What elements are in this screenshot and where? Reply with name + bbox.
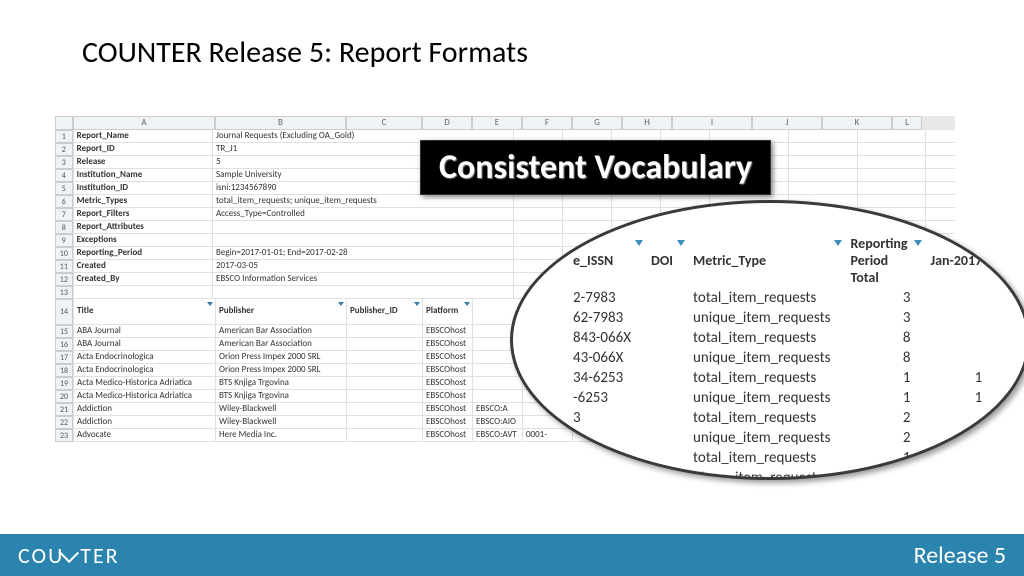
oval-row: 43-066Xunique_item_requests8 — [563, 348, 992, 368]
footer-bar: COUTER Release 5 — [0, 534, 1024, 576]
oval-row: 2-7983total_item_requests3 — [563, 288, 992, 308]
hdr-publisher-id[interactable]: Publisher_ID — [346, 299, 422, 325]
col-H[interactable]: H — [622, 116, 672, 130]
col-F[interactable]: F — [522, 116, 572, 130]
oval-row: 34-6253total_item_requests11 — [563, 368, 992, 388]
hdr-title[interactable]: Title — [73, 299, 215, 325]
oval-hdr-metric[interactable]: Metric_Type — [683, 233, 840, 288]
oval-hdr-total[interactable]: Reporting Period Total — [840, 233, 920, 288]
oval-hdr-issn[interactable]: e_ISSN — [563, 233, 641, 288]
col-B[interactable]: B — [215, 116, 346, 130]
counter-logo: COUTER — [18, 542, 120, 569]
col-D[interactable]: D — [422, 116, 472, 130]
release-label: Release 5 — [914, 541, 1006, 570]
col-J[interactable]: J — [752, 116, 822, 130]
hdr-platform[interactable]: Platform — [422, 299, 472, 325]
hdr-publisher[interactable]: Publisher — [215, 299, 346, 325]
callout-oval: e_ISSN DOI Metric_Type Reporting Period … — [510, 200, 1024, 480]
oval-row: total_item_requests1 — [563, 448, 992, 468]
oval-row: 843-066Xtotal_item_requests8 — [563, 328, 992, 348]
callout-title: Consistent Vocabulary — [420, 140, 771, 195]
slide-title: COUNTER Release 5: Report Formats — [82, 34, 528, 71]
col-K[interactable]: K — [822, 116, 892, 130]
oval-hdr-doi[interactable]: DOI — [641, 233, 683, 288]
vocab-table: e_ISSN DOI Metric_Type Reporting Period … — [563, 233, 992, 480]
col-L[interactable]: L — [892, 116, 922, 130]
oval-row: -6253unique_item_requests11 — [563, 388, 992, 408]
oval-row: 62-7983unique_item_requests3 — [563, 308, 992, 328]
check-icon — [59, 543, 79, 563]
column-headers: A B C D E F G H I J K L — [55, 116, 955, 130]
oval-hdr-jan[interactable]: Jan-2017 — [920, 233, 992, 288]
col-C[interactable]: C — [346, 116, 422, 130]
col-A[interactable]: A — [73, 116, 215, 130]
col-G[interactable]: G — [572, 116, 622, 130]
col-E[interactable]: E — [472, 116, 522, 130]
col-I[interactable]: I — [672, 116, 752, 130]
oval-row: nique_item_requests — [563, 468, 992, 480]
oval-row: 3total_item_requests2 — [563, 408, 992, 428]
oval-row: unique_item_requests2 — [563, 428, 992, 448]
